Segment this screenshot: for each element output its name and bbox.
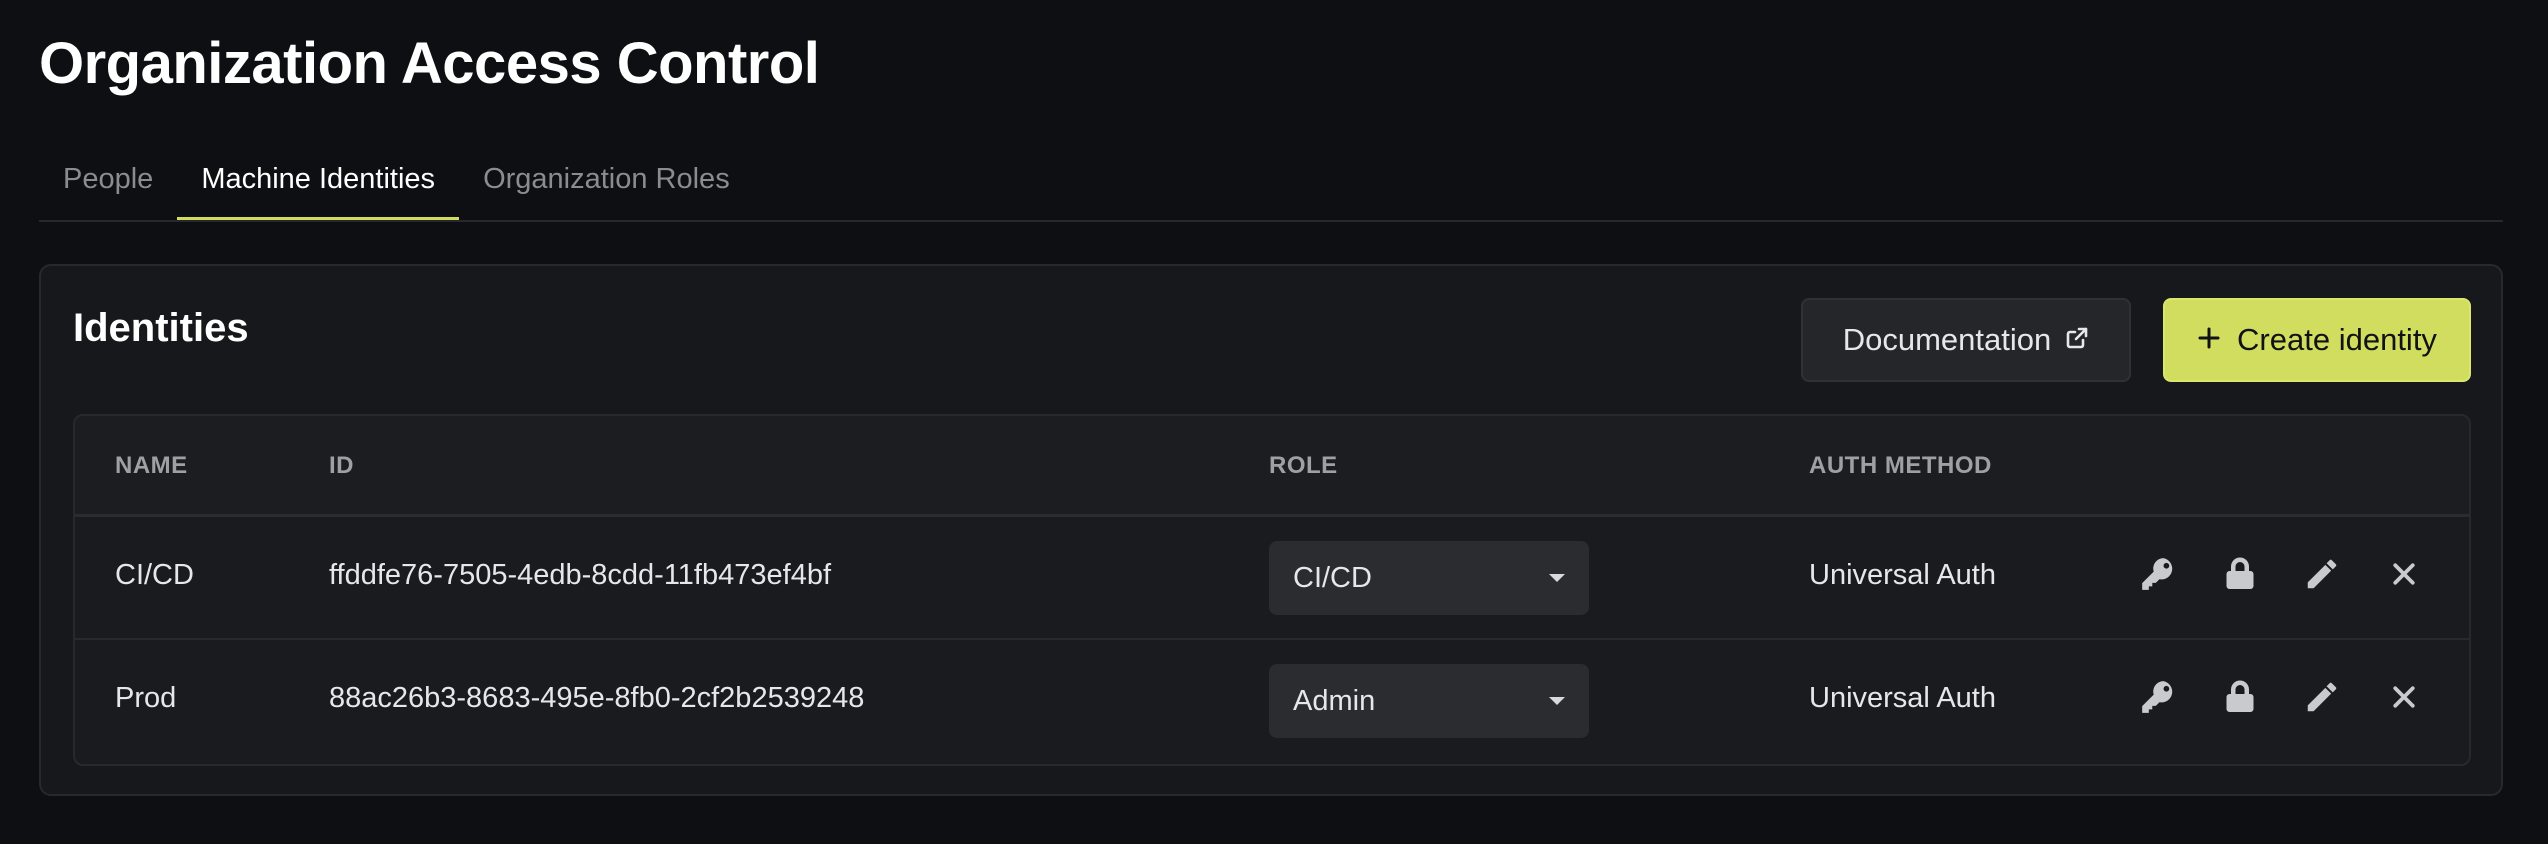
close-icon[interactable]	[2385, 678, 2423, 716]
lock-icon[interactable]	[2221, 678, 2259, 716]
close-icon[interactable]	[2385, 555, 2423, 593]
role-select-value: CI/CD	[1293, 561, 1372, 594]
auth-method: Universal Auth	[1809, 682, 1996, 714]
documentation-button[interactable]: Documentation	[1801, 298, 2131, 382]
auth-method: Universal Auth	[1809, 559, 1996, 591]
identities-table: NAME ID ROLE AUTH METHOD CI/CD ffddfe76-…	[73, 414, 2471, 766]
row-actions	[2139, 678, 2423, 716]
identity-id: ffddfe76-7505-4edb-8cdd-11fb473ef4bf	[329, 559, 832, 591]
pencil-icon[interactable]	[2303, 678, 2341, 716]
lock-icon[interactable]	[2221, 555, 2259, 593]
role-select[interactable]: Admin	[1269, 664, 1589, 738]
table-row: CI/CD ffddfe76-7505-4edb-8cdd-11fb473ef4…	[75, 517, 2469, 640]
tab-people[interactable]: People	[39, 148, 177, 220]
create-identity-button[interactable]: Create identity	[2163, 298, 2471, 382]
tab-bar: People Machine Identities Organization R…	[39, 148, 2503, 222]
caret-down-icon	[1549, 697, 1565, 705]
column-header-role: ROLE	[1269, 452, 1338, 479]
identity-id: 88ac26b3-8683-495e-8fb0-2cf2b2539248	[329, 682, 865, 714]
table-header: NAME ID ROLE AUTH METHOD	[75, 416, 2469, 517]
create-identity-label: Create identity	[2237, 322, 2437, 357]
identities-card: Identities Documentation Create identity…	[39, 264, 2503, 796]
org-access-page: Organization Access Control People Machi…	[0, 0, 2548, 844]
plus-icon	[2197, 322, 2221, 358]
role-select[interactable]: CI/CD	[1269, 541, 1589, 615]
external-link-icon	[2065, 322, 2089, 358]
column-header-name: NAME	[115, 452, 188, 479]
column-header-auth-method: AUTH METHOD	[1809, 452, 1992, 479]
key-icon[interactable]	[2139, 555, 2177, 593]
documentation-label: Documentation	[1842, 322, 2052, 357]
identity-name: CI/CD	[115, 559, 194, 591]
pencil-icon[interactable]	[2303, 555, 2341, 593]
caret-down-icon	[1549, 574, 1565, 582]
identities-title: Identities	[73, 306, 249, 350]
tab-organization-roles[interactable]: Organization Roles	[459, 148, 754, 220]
tab-machine-identities[interactable]: Machine Identities	[177, 148, 460, 220]
page-title: Organization Access Control	[39, 31, 820, 96]
row-actions	[2139, 555, 2423, 593]
role-select-value: Admin	[1293, 684, 1376, 717]
key-icon[interactable]	[2139, 678, 2177, 716]
column-header-id: ID	[329, 452, 354, 479]
identity-name: Prod	[115, 682, 177, 714]
table-row: Prod 88ac26b3-8683-495e-8fb0-2cf2b253924…	[75, 640, 2469, 763]
